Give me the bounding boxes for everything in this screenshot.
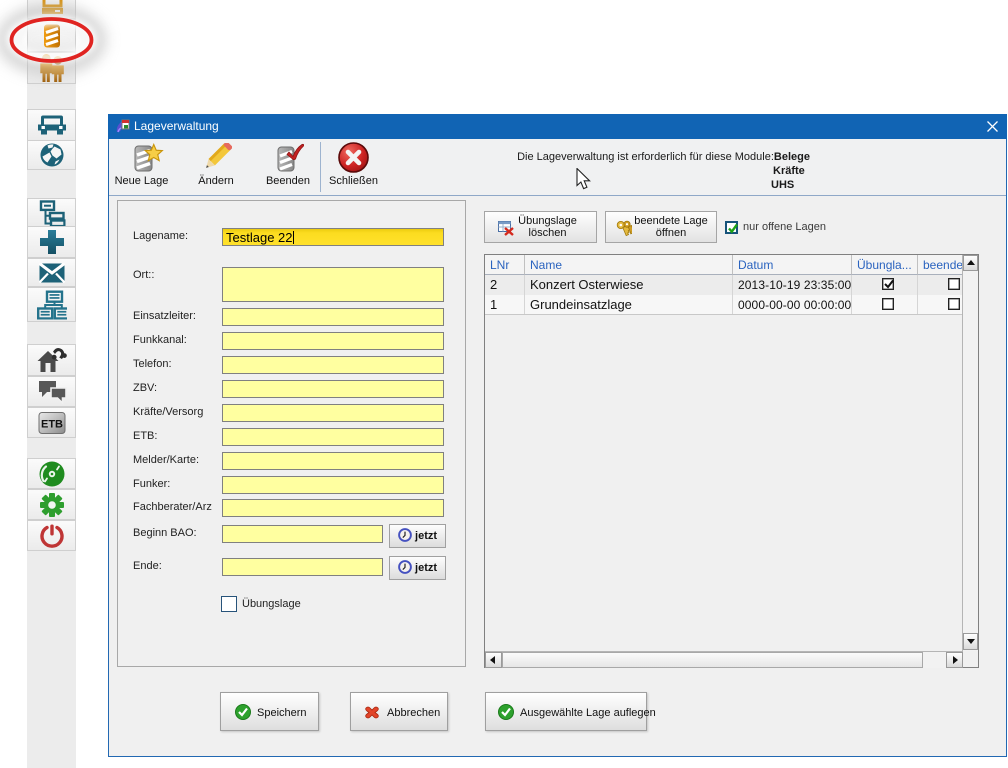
svg-text:ETB: ETB	[41, 418, 63, 430]
